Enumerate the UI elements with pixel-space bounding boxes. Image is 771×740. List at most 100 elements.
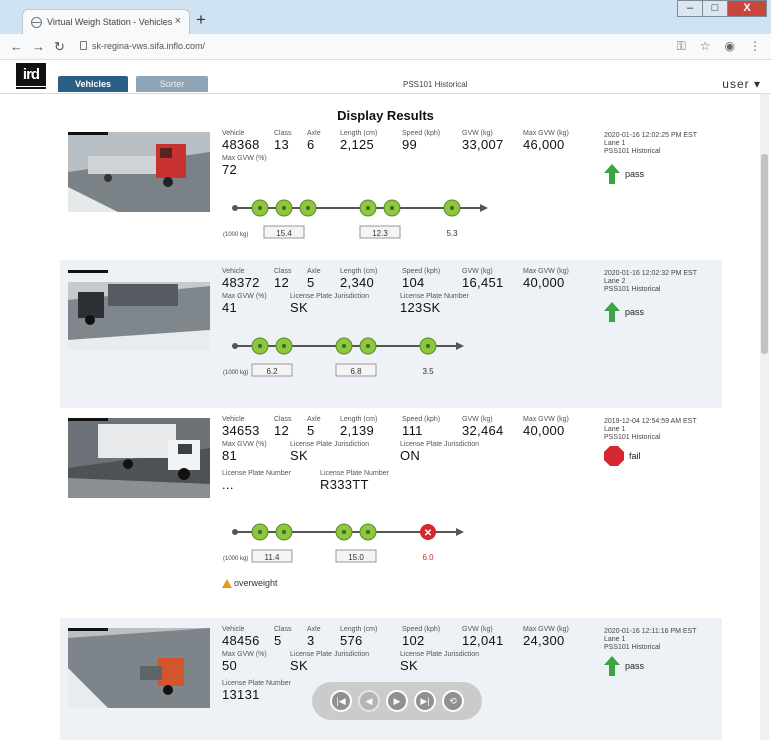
scrollbar-thumb[interactable] xyxy=(761,154,768,354)
plate-jurisdiction-field-2: License Plate Jurisdiction ON xyxy=(400,441,479,463)
status-badge: fail xyxy=(604,446,641,466)
tab-vehicles[interactable]: Vehicles xyxy=(58,76,128,92)
vehicle-record[interactable]: Vehicle 34653 Class 12 Axle 5 Length (cm… xyxy=(60,408,722,608)
site-name: PSS101 Historical xyxy=(604,434,661,441)
plate-number-field-label: License Plate Number xyxy=(222,470,291,477)
max-gvw-pct-field-value: 81 xyxy=(222,448,238,463)
vehicle-photo[interactable] xyxy=(68,628,210,708)
tab-close-icon[interactable]: × xyxy=(175,15,181,27)
vehicle-record[interactable]: Vehicle 48456 Class 5 Axle 3 Length (cm)… xyxy=(60,618,722,740)
star-icon[interactable]: ☆ xyxy=(700,39,711,54)
max-gvw-pct-field-label: Max GVW (%) xyxy=(222,651,267,658)
axle-group-weight: 15.0 xyxy=(348,553,364,562)
max-gvw-field: Max GVW (kg) 24,300 xyxy=(523,626,569,648)
gvw-field-value: 32,464 xyxy=(462,423,504,438)
user-menu[interactable]: user ▾ xyxy=(722,77,761,91)
axle-units-label: (1000 kg) xyxy=(223,556,248,562)
address-bar: ← → ↻ sk-regina-vws.sifa.inflo.com/ ⚿ ☆ … xyxy=(0,34,771,60)
site-name: PSS101 Historical xyxy=(604,148,661,155)
url-field[interactable]: sk-regina-vws.sifa.inflo.com/ xyxy=(92,41,205,51)
record-meta: 2020-01-16 12:11:16 PM EST Lane 1 PSS101… xyxy=(604,628,724,652)
status-badge: pass xyxy=(604,656,644,676)
account-icon[interactable]: ◉ xyxy=(725,39,735,54)
pass-arrow-icon xyxy=(604,164,620,184)
menu-kebab-icon[interactable]: ⋮ xyxy=(749,39,761,54)
reload-icon[interactable]: ↻ xyxy=(54,39,65,55)
length-field-label: Length (cm) xyxy=(340,268,378,275)
gvw-field: GVW (kg) 32,464 xyxy=(462,416,504,438)
max-gvw-pct-field-label: Max GVW (%) xyxy=(222,293,267,300)
close-window-button[interactable]: X xyxy=(727,0,767,17)
axle-weight-diagram: 6.2 6.8 3.5 (1000 kg) xyxy=(215,330,515,386)
key-icon[interactable]: ⚿ xyxy=(677,39,686,54)
gvw-field: GVW (kg) 33,007 xyxy=(462,130,504,152)
status-text: pass xyxy=(625,661,645,671)
axle-field-value: 3 xyxy=(307,633,315,648)
site-name: PSS101 Historical xyxy=(604,286,661,293)
vehicle-photo[interactable] xyxy=(68,132,210,212)
vehicle-photo[interactable] xyxy=(68,270,210,350)
max-gvw-pct-field-label: Max GVW (%) xyxy=(222,441,267,448)
axle-field-value: 5 xyxy=(307,423,315,438)
vehicle-record[interactable]: Vehicle 48368 Class 13 Axle 6 Length (cm… xyxy=(60,122,722,260)
vehicle-field: Vehicle 48368 xyxy=(222,130,260,152)
max-gvw-pct-field-value: 50 xyxy=(222,658,238,673)
max-gvw-field-value: 40,000 xyxy=(523,275,565,290)
maximize-button[interactable]: □ xyxy=(702,0,728,17)
vertical-scrollbar[interactable] xyxy=(760,94,769,740)
class-field: Class 13 xyxy=(274,130,292,152)
vehicle-photo[interactable] xyxy=(68,418,210,498)
play-button[interactable]: ▶ xyxy=(386,690,408,712)
axle-field: Axle 6 xyxy=(307,130,321,152)
length-field-label: Length (cm) xyxy=(340,416,378,423)
plate-jurisdiction-field-value: SK xyxy=(290,658,308,673)
axle-wheel-fail: ✕ xyxy=(420,524,436,540)
axle-weight-diagram: 11.4 15.0 ✕ 6.0 (1000 kg) xyxy=(215,516,515,572)
speed-field: Speed (kph) 111 xyxy=(402,416,440,438)
tab-title: Virtual Weigh Station - Vehicles xyxy=(47,17,173,27)
max-gvw-pct-field: Max GVW (%) 81 xyxy=(222,441,267,463)
max-gvw-field: Max GVW (kg) 40,000 xyxy=(523,416,569,438)
back-arrow-icon[interactable]: ← xyxy=(10,39,23,54)
length-field-value: 2,125 xyxy=(340,137,375,152)
length-field: Length (cm) 2,125 xyxy=(340,130,377,152)
lane-label: Lane 2 xyxy=(604,278,626,285)
loop-button[interactable]: ⟲ xyxy=(442,690,464,712)
axle-diagram: 15.4 12.3 5.3 (1000 kg) xyxy=(223,199,488,239)
plate-number-field: License Plate Number 13131 xyxy=(222,680,291,702)
speed-field-value: 104 xyxy=(402,275,425,290)
length-field-label: Length (cm) xyxy=(340,626,378,633)
status-text: pass xyxy=(625,307,645,317)
browser-tab[interactable]: Virtual Weigh Station - Vehicles × xyxy=(22,9,190,34)
warning-text: overweight xyxy=(234,578,278,588)
tab-sorter[interactable]: Sorter xyxy=(136,76,208,92)
length-field: Length (cm) 576 xyxy=(340,626,377,648)
first-button[interactable]: |◀ xyxy=(330,690,352,712)
axle-wheel xyxy=(251,523,269,541)
axle-field-label: Axle xyxy=(307,130,321,137)
forward-arrow-icon[interactable]: → xyxy=(32,39,45,54)
timestamp: 2020-01-16 12:02:32 PM EST xyxy=(604,270,698,277)
axle-group-weight: 6.0 xyxy=(422,553,434,562)
gvw-field-label: GVW (kg) xyxy=(462,268,493,275)
new-tab-button[interactable]: + xyxy=(196,10,206,30)
axle-field: Axle 5 xyxy=(307,416,321,438)
last-button[interactable]: ▶| xyxy=(414,690,436,712)
axle-field-value: 5 xyxy=(307,275,315,290)
previous-button[interactable]: ◀ xyxy=(358,690,380,712)
vehicle-record[interactable]: Vehicle 48372 Class 12 Axle 5 Length (cm… xyxy=(60,260,722,408)
axle-wheel xyxy=(275,199,293,217)
vehicle-field-value: 34653 xyxy=(222,423,260,438)
max-gvw-field-label: Max GVW (kg) xyxy=(523,416,569,423)
vehicle-field-label: Vehicle xyxy=(222,268,245,275)
speed-field-value: 111 xyxy=(402,423,423,438)
class-field-value: 12 xyxy=(274,423,290,438)
axle-group-weight: 6.8 xyxy=(350,367,362,376)
axle-wheel xyxy=(419,337,437,355)
axle-wheel xyxy=(251,337,269,355)
status-text: fail xyxy=(629,451,641,461)
minimize-button[interactable]: – xyxy=(677,0,703,17)
max-gvw-pct-field: Max GVW (%) 41 xyxy=(222,293,267,315)
length-field-value: 576 xyxy=(340,633,363,648)
page-title: Display Results xyxy=(337,108,434,123)
